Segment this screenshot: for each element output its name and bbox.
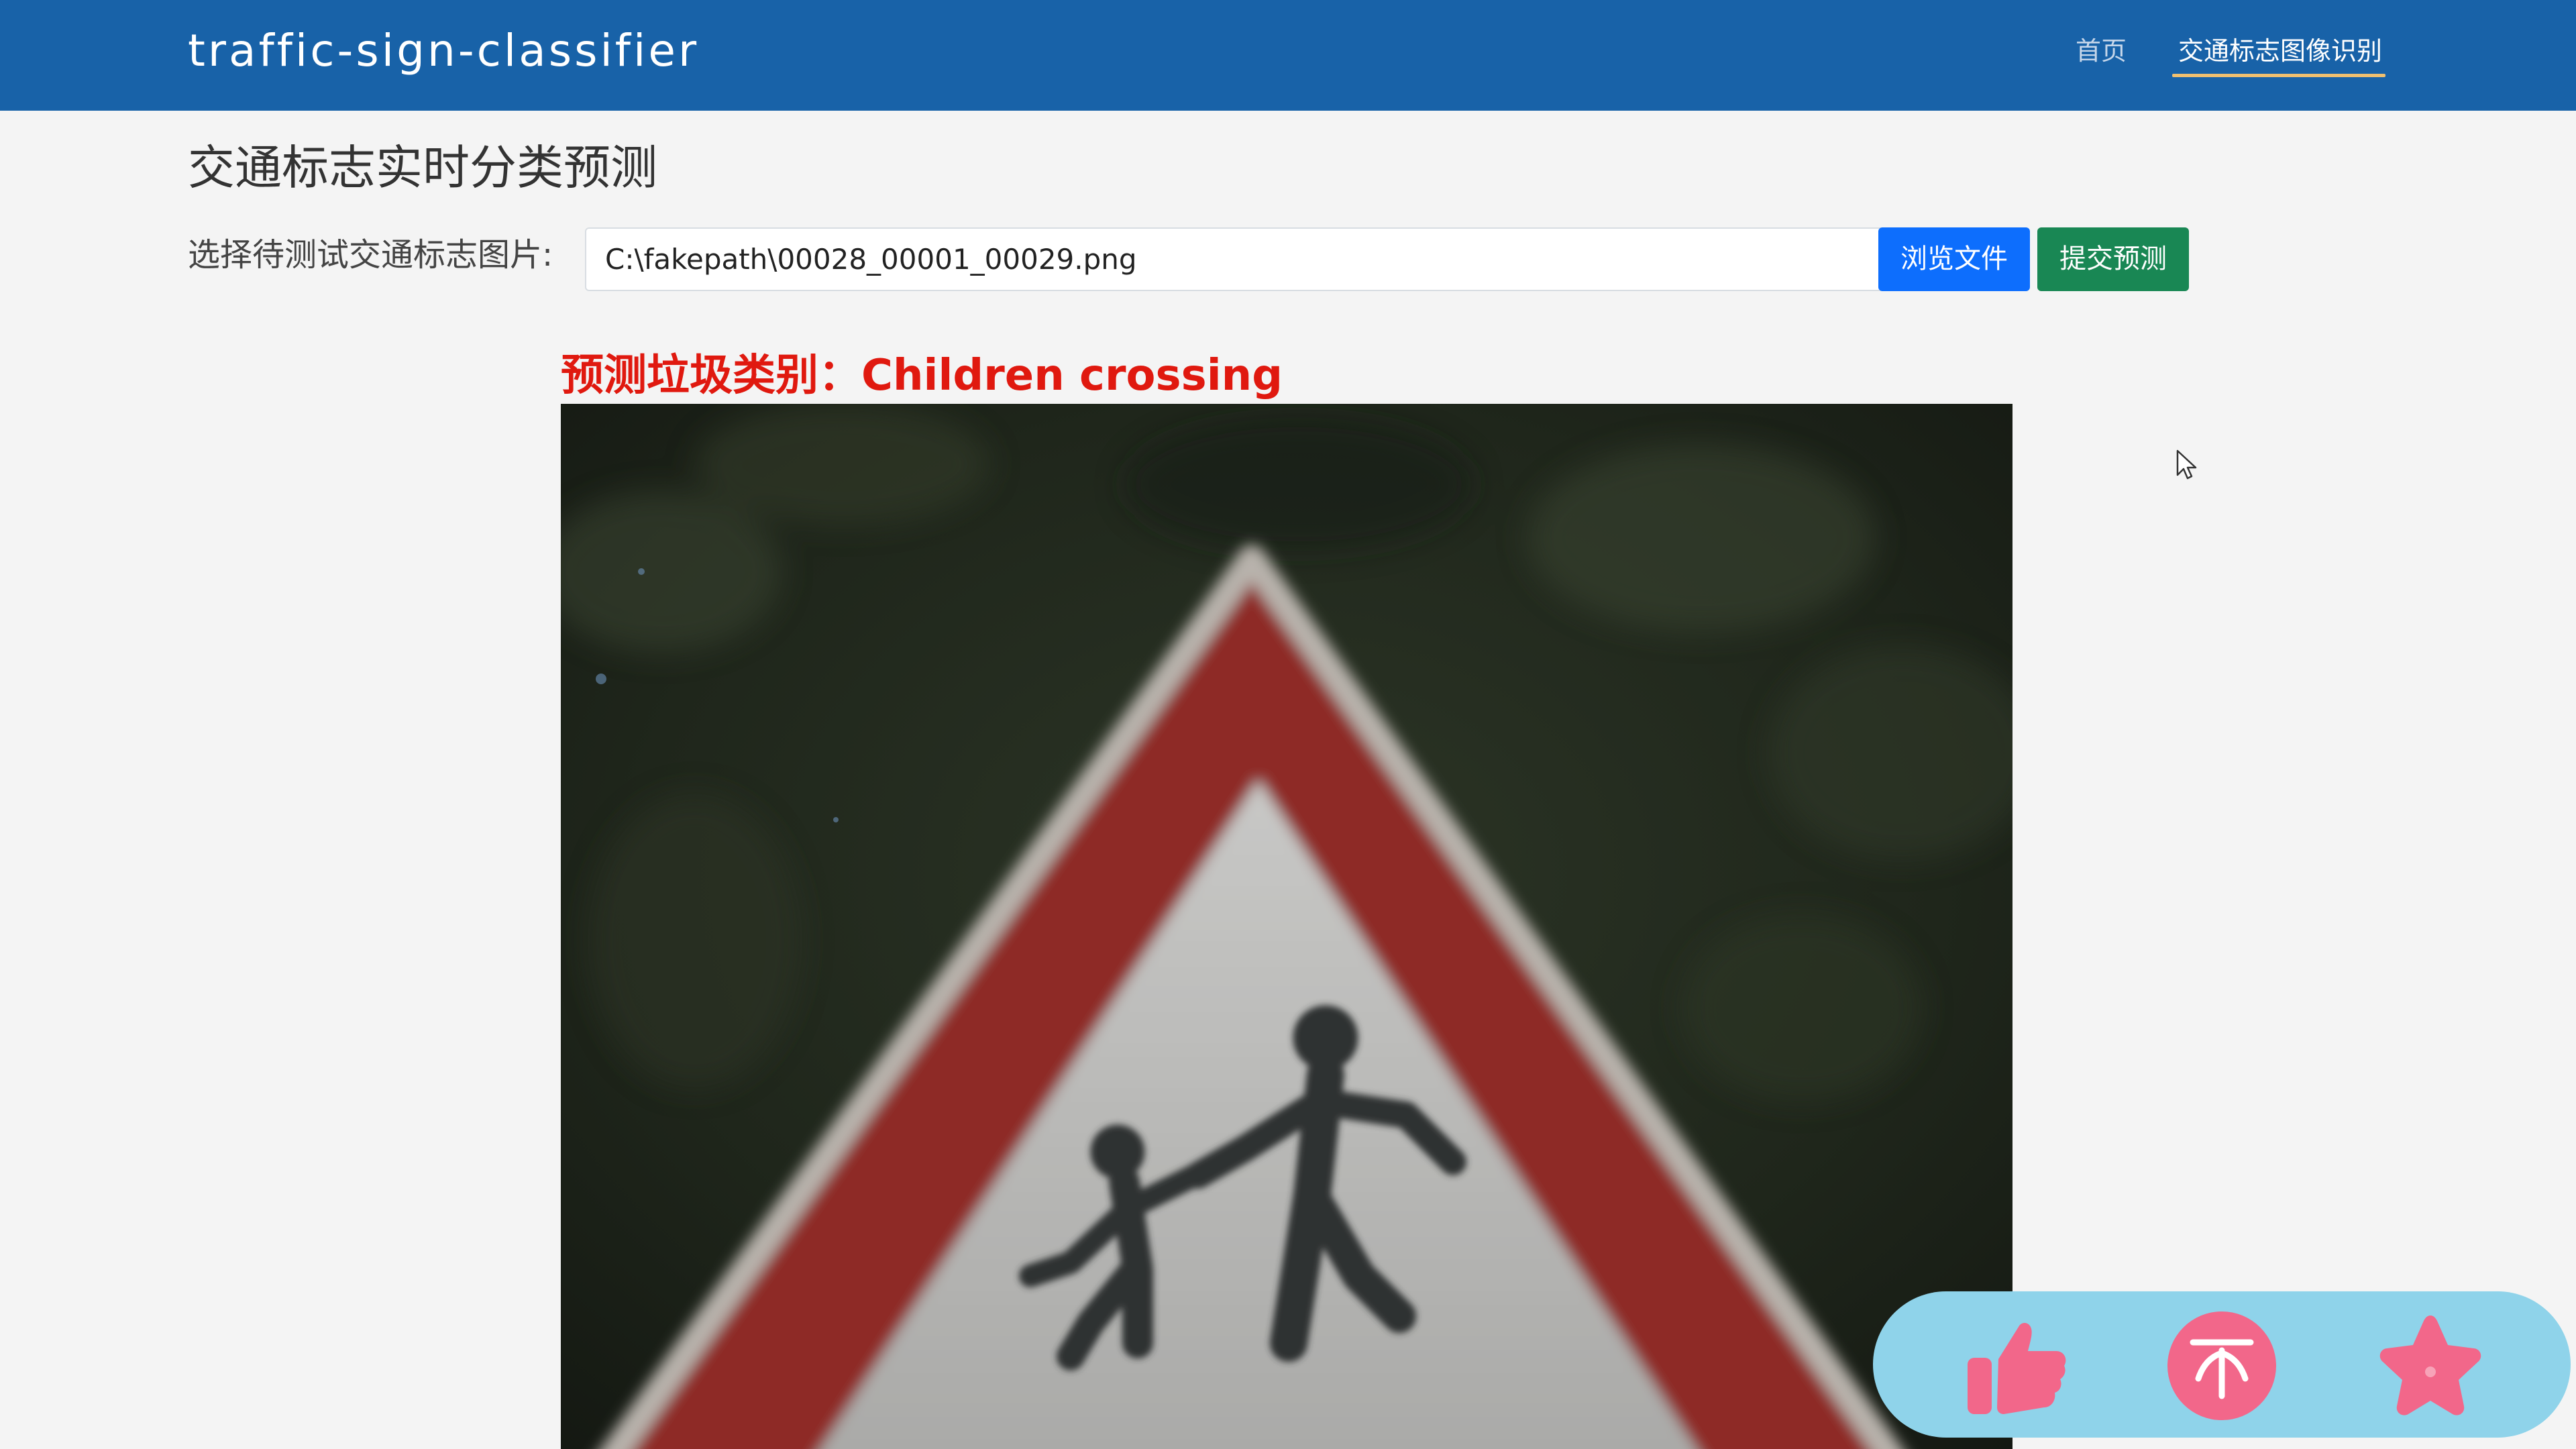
like-button[interactable] — [1960, 1310, 2072, 1421]
nav-link-traffic-sign-recognition[interactable]: 交通标志图像识别 — [2178, 32, 2382, 70]
file-path-field[interactable]: C:\fakepath\00028_00001_00029.png — [585, 227, 1881, 291]
floating-action-panel — [1873, 1291, 2571, 1438]
mouse-cursor-icon — [2176, 449, 2197, 480]
thumbs-up-icon — [1968, 1323, 2066, 1414]
back-to-top-button[interactable] — [2166, 1310, 2277, 1421]
page-title: 交通标志实时分类预测 — [188, 140, 657, 195]
back-to-top-icon — [2167, 1311, 2276, 1420]
uploaded-image-preview — [561, 404, 2012, 1449]
file-input-label: 选择待测试交通标志图片: — [188, 236, 553, 274]
star-icon — [2379, 1316, 2481, 1415]
browse-file-button[interactable]: 浏览文件 — [1878, 227, 2030, 291]
prediction-result: 预测垃圾类别：Children crossing — [561, 342, 1283, 409]
brand-logo-text[interactable]: traffic-sign-classifier — [188, 24, 699, 78]
top-navbar: traffic-sign-classifier 首页 交通标志图像识别 — [0, 0, 2576, 111]
favorite-button[interactable] — [2375, 1310, 2486, 1421]
traffic-sign-photo — [561, 404, 2012, 1449]
nav-link-home[interactable]: 首页 — [2076, 32, 2127, 70]
submit-prediction-button[interactable]: 提交预测 — [2037, 227, 2189, 291]
prediction-result-prefix: 预测垃圾类别： — [561, 351, 861, 400]
prediction-class-name: Children crossing — [861, 351, 1283, 400]
active-nav-indicator — [2172, 74, 2385, 77]
